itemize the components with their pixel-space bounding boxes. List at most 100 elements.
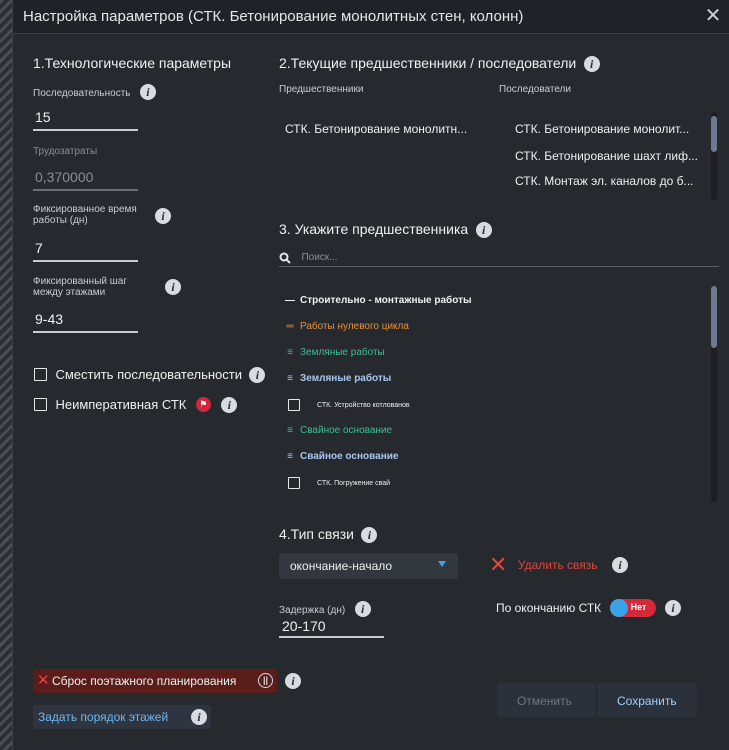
tree-group-item[interactable]: — Строительно - монтажные работы [285, 295, 472, 306]
info-icon[interactable]: i [139, 83, 156, 100]
info-icon[interactable]: i [285, 673, 301, 689]
footer-divider [596, 683, 597, 717]
labor-field: 0,370000 [35, 169, 94, 185]
tech-params-heading: 1.Технологические параметры [33, 55, 232, 71]
search-input[interactable]: Поиск... [301, 252, 337, 263]
shift-sequences-row[interactable]: Сместить последовательности i [34, 366, 266, 384]
tree-item-checkbox[interactable] [288, 477, 300, 489]
labor-underline [33, 189, 138, 191]
info-icon[interactable]: i [611, 557, 628, 573]
info-icon[interactable]: i [191, 709, 207, 725]
cancel-button[interactable]: Отменить [517, 694, 572, 708]
info-icon[interactable]: i [583, 55, 600, 72]
info-icon[interactable]: i [249, 366, 266, 383]
tree-item-label: Работы нулевого цикла [300, 321, 409, 332]
dialog-title: Настройка параметров (СТК. Бетонирование… [23, 8, 524, 25]
delete-x-icon: ✕ [489, 552, 508, 577]
fixed-step-field[interactable]: 9-43 [35, 311, 63, 327]
info-icon[interactable]: i [221, 396, 238, 413]
fixed-step-label-block: Фиксированный шаг между этажами [33, 276, 183, 298]
nonimperative-checkbox[interactable] [34, 398, 47, 412]
shift-sequences-checkbox[interactable] [34, 368, 47, 382]
info-icon[interactable]: i [165, 279, 181, 295]
delay-label-row: Задержка (дн) i [279, 600, 371, 618]
tree-scrollbar[interactable] [711, 286, 717, 502]
tree-group-item[interactable]: ≡ Земляные работы [285, 347, 385, 358]
delay-underline [279, 636, 384, 638]
group-level-icon: ≡ [287, 451, 293, 462]
search-row[interactable]: Поиск... [279, 249, 338, 267]
tree-scroll-thumb[interactable] [711, 286, 717, 348]
footer-buttons: Отменить Сохранить [497, 683, 697, 717]
info-icon[interactable]: i [354, 600, 371, 617]
delete-link-label: Удалить связь [517, 558, 598, 572]
tree-item-label: СТК. Погружение свай [317, 479, 391, 487]
successor-item[interactable]: СТК. Бетонирование шахт лиф... [515, 149, 707, 163]
info-icon[interactable]: i [665, 600, 682, 616]
link-type-value: окончание-начало [290, 559, 393, 573]
successors-header: Последователи [499, 84, 571, 95]
tree-task-item[interactable]: СТК. Погружение свай [288, 477, 390, 489]
sequence-field[interactable]: 15 [35, 109, 51, 125]
toggle-knob [609, 599, 628, 617]
tree-task-item[interactable]: СТК. Устройство котлованов [288, 399, 410, 411]
search-icon [279, 252, 291, 264]
fixed-step-label-line2: между этажами [33, 287, 106, 298]
tree-group-item[interactable]: ≡ Свайное основание [285, 451, 398, 462]
nonimperative-row[interactable]: Неимперативная СТК ⚑ i [34, 396, 238, 414]
fixed-step-label-line1: Фиксированный шаг [33, 276, 127, 287]
set-floor-order-button[interactable]: Задать порядок этажей i [33, 705, 211, 729]
predecessor-item[interactable]: СТК. Бетонирование монолитн... [285, 122, 485, 136]
close-icon[interactable]: ✕ [702, 5, 724, 27]
choose-heading: 3. Укажите предшественника [279, 221, 469, 237]
info-icon[interactable]: i [475, 221, 492, 238]
fixed-time-underline [33, 260, 138, 262]
link-type-select[interactable]: окончание-начало [279, 553, 458, 579]
caret-down-icon [438, 561, 446, 567]
fixed-time-field[interactable]: 7 [35, 240, 43, 256]
on-finish-toggle[interactable]: Нет [609, 599, 656, 617]
group-level-icon: ≡ [287, 425, 293, 436]
tree-group-item[interactable]: ≡ Свайное основание [285, 425, 392, 436]
settings-dialog: Настройка параметров (СТК. Бетонирование… [12, 0, 729, 750]
on-finish-row: По окончанию СТК Нет i [496, 599, 682, 617]
labor-label: Трудозатраты [33, 146, 98, 157]
delay-field[interactable]: 20-170 [282, 618, 326, 634]
dialog-titlebar: Настройка параметров (СТК. Бетонирование… [13, 0, 729, 34]
tree-group-item[interactable]: ≡ Земляные работы [285, 373, 391, 384]
tree-item-label: Земляные работы [300, 347, 385, 358]
floor-order-label: Задать порядок этажей [38, 710, 169, 724]
sequence-underline [33, 129, 138, 131]
predecessors-header: Предшественники [279, 84, 364, 95]
sequence-label: Последовательность [33, 88, 131, 99]
search-underline [279, 266, 719, 267]
reset-x-icon: ✕ [37, 672, 50, 689]
group-level-icon: ≡ [287, 373, 293, 384]
choose-heading-row: 3. Укажите предшественника i [279, 221, 492, 239]
background-left-edge [0, 0, 12, 750]
successors-scroll-thumb[interactable] [711, 116, 717, 152]
group-level-icon: ═ [286, 321, 294, 332]
successors-scrollbar[interactable] [711, 112, 717, 200]
tree-item-label: Свайное основание [300, 451, 399, 462]
link-heading: 4.Тип связи [279, 526, 355, 542]
current-heading: 2.Текущие предшественники / последовател… [279, 55, 577, 71]
save-button[interactable]: Сохранить [617, 694, 677, 708]
flag-icon: ⚑ [195, 397, 211, 413]
on-finish-label: По окончанию СТК [496, 601, 602, 615]
reset-floor-planning-button[interactable]: ✕ Сброс поэтажного планирования || [33, 669, 277, 693]
info-icon[interactable]: i [155, 208, 171, 224]
tree-item-label: СТК. Устройство котлованов [317, 401, 410, 409]
shift-sequences-label: Сместить последовательности [55, 367, 242, 383]
delay-label: Задержка (дн) [279, 605, 346, 616]
successor-item[interactable]: СТК. Бетонирование монолит... [515, 122, 707, 136]
current-heading-row: 2.Текущие предшественники / последовател… [279, 55, 600, 73]
fixed-step-underline [33, 331, 138, 333]
info-icon[interactable]: i [361, 526, 378, 543]
pause-icon: || [258, 673, 273, 688]
delete-link-button[interactable]: ✕ Удалить связь i [489, 554, 628, 576]
group-level-icon: ≡ [287, 347, 293, 358]
tree-item-checkbox[interactable] [288, 399, 300, 411]
tree-group-item[interactable]: ═ Работы нулевого цикла [285, 321, 409, 332]
successor-item[interactable]: СТК. Монтаж эл. каналов до б... [515, 174, 707, 188]
